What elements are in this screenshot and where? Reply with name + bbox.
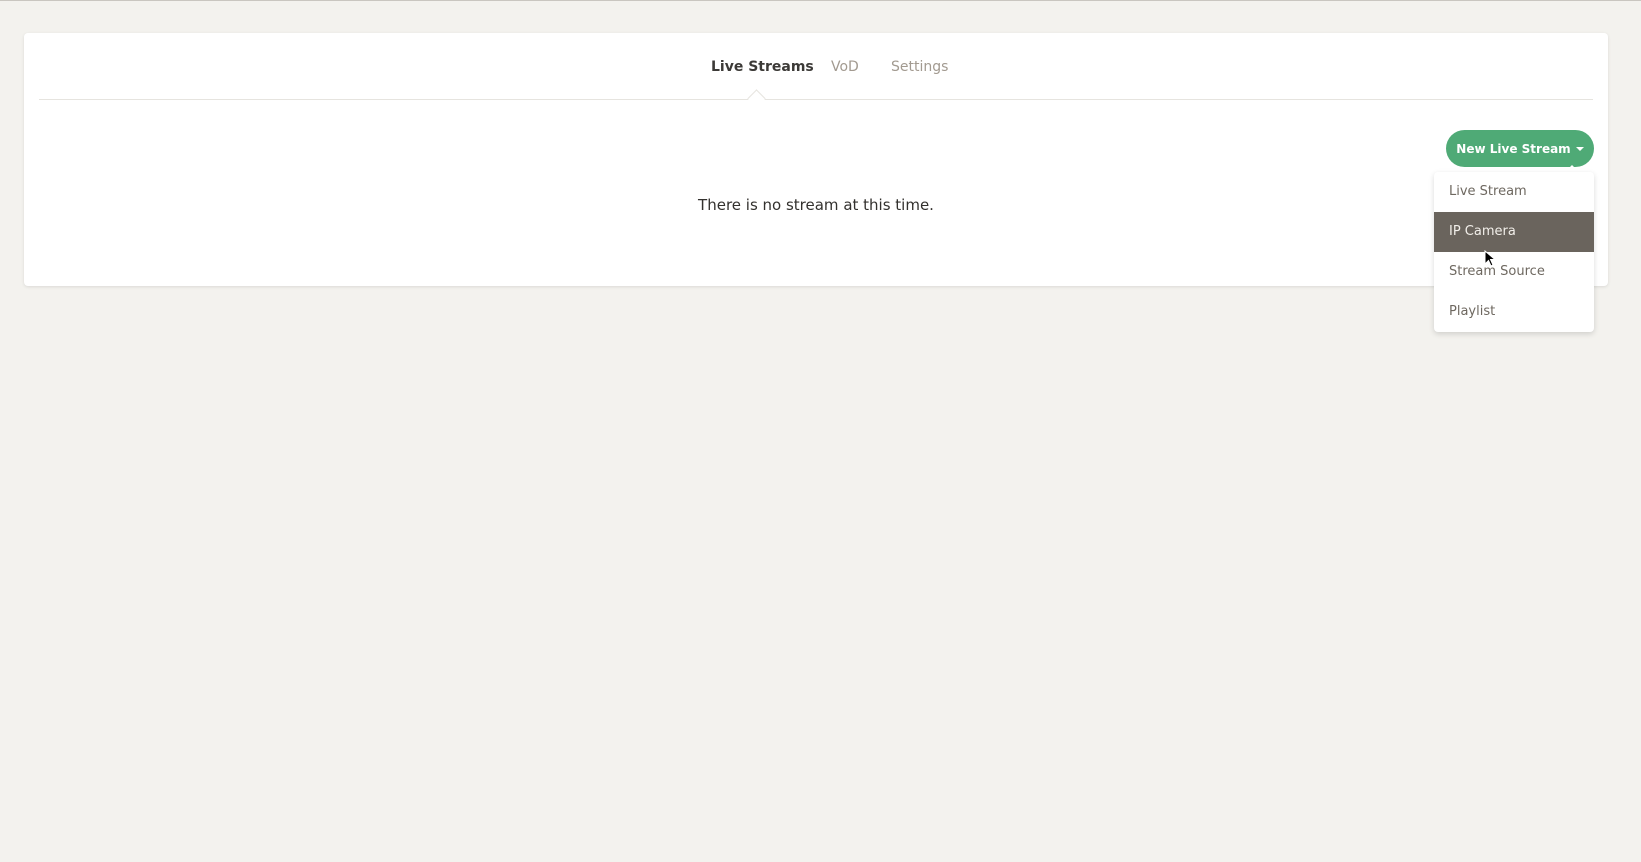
menu-item-stream-source[interactable]: Stream Source [1434,252,1594,292]
tab-settings[interactable]: Settings [891,59,948,75]
tab-bar: Live Streams VoD Settings [39,33,1593,108]
new-live-stream-button[interactable]: New Live Stream [1446,130,1594,167]
streams-panel: Live Streams VoD Settings There is no st… [24,33,1608,286]
dropdown-pointer [1565,165,1579,172]
tab-live-streams[interactable]: Live Streams [711,59,814,75]
empty-state-message: There is no stream at this time. [698,196,934,214]
mouse-pointer-icon [1484,250,1497,267]
active-tab-indicator [747,89,766,108]
menu-item-playlist[interactable]: Playlist [1434,292,1594,332]
new-live-stream-label: New Live Stream [1456,141,1571,156]
new-stream-dropdown-menu: Live Stream IP Camera Stream Source Play… [1434,172,1594,332]
caret-down-icon [1575,146,1584,151]
tab-vod[interactable]: VoD [831,59,859,75]
menu-item-live-stream[interactable]: Live Stream [1434,172,1594,212]
top-border [0,0,1641,1]
menu-item-ip-camera[interactable]: IP Camera [1434,212,1594,252]
